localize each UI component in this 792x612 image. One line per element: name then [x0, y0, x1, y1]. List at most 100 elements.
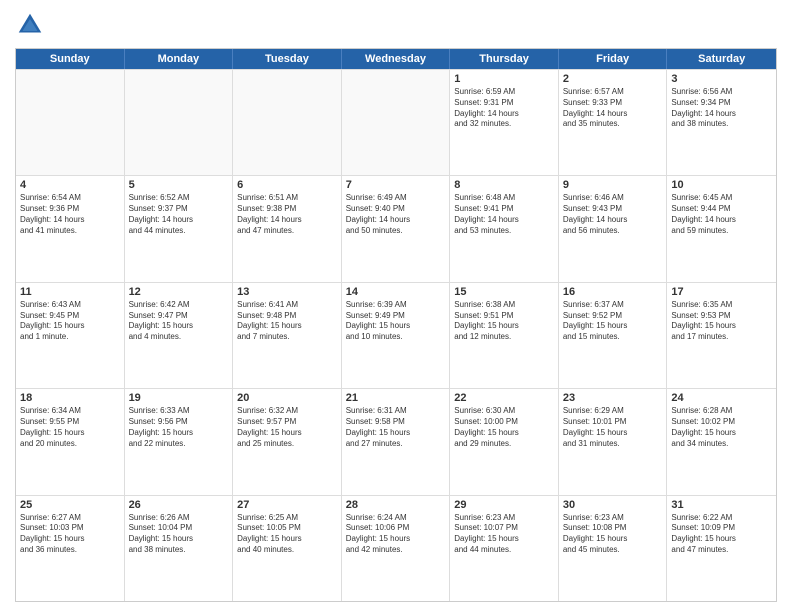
- cell-text: Sunrise: 6:49 AM Sunset: 9:40 PM Dayligh…: [346, 193, 446, 236]
- calendar-cell: 1Sunrise: 6:59 AM Sunset: 9:31 PM Daylig…: [450, 70, 559, 175]
- header-day-sunday: Sunday: [16, 49, 125, 69]
- calendar-cell: [233, 70, 342, 175]
- calendar-cell: 21 Sunrise: 6:31 AM Sunset: 9:58 PM Dayli…: [342, 389, 451, 494]
- logo-icon: [15, 10, 45, 40]
- calendar-cell: 6Sunrise: 6:51 AM Sunset: 9:38 PM Daylig…: [233, 176, 342, 281]
- calendar-cell: 16 Sunrise: 6:37 AM Sunset: 9:52 PM Dayli…: [559, 283, 668, 388]
- calendar-cell: 13Sunrise: 6:41 AM Sunset: 9:48 PM Dayli…: [233, 283, 342, 388]
- header-day-thursday: Thursday: [450, 49, 559, 69]
- calendar-cell: 22 Sunrise: 6:30 AM Sunset: 10:00 PM Dayl…: [450, 389, 559, 494]
- calendar-cell: 29Sunrise: 6:23 AM Sunset: 10:07 PM Dayl…: [450, 496, 559, 601]
- day-number: 8: [454, 179, 554, 191]
- calendar-row-0: 1Sunrise: 6:59 AM Sunset: 9:31 PM Daylig…: [16, 69, 776, 175]
- cell-text: Sunrise: 6:37 AM Sunset: 9:52 PM Dayligh…: [563, 300, 663, 343]
- header-day-friday: Friday: [559, 49, 668, 69]
- day-number: 11: [20, 286, 120, 298]
- calendar-cell: [125, 70, 234, 175]
- cell-text: Sunrise: 6:38 AM Sunset: 9:51 PM Dayligh…: [454, 300, 554, 343]
- cell-text: Sunrise: 6:52 AM Sunset: 9:37 PM Dayligh…: [129, 193, 229, 236]
- cell-text: Sunrise: 6:31 AM Sunset: 9:58 PM Dayligh…: [346, 406, 446, 449]
- calendar-cell: 28 Sunrise: 6:24 AM Sunset: 10:06 PM Dayl…: [342, 496, 451, 601]
- header-day-tuesday: Tuesday: [233, 49, 342, 69]
- calendar-cell: 24Sunrise: 6:28 AM Sunset: 10:02 PM Dayl…: [667, 389, 776, 494]
- calendar-row-2: 11Sunrise: 6:43 AM Sunset: 9:45 PM Dayli…: [16, 282, 776, 388]
- cell-text: Sunrise: 6:34 AM Sunset: 9:55 PM Dayligh…: [20, 406, 120, 449]
- day-number: 10: [671, 179, 772, 191]
- day-number: 27: [237, 499, 337, 511]
- day-number: 4: [20, 179, 120, 191]
- day-number: 15: [454, 286, 554, 298]
- calendar-cell: 14 Sunrise: 6:39 AM Sunset: 9:49 PM Dayli…: [342, 283, 451, 388]
- cell-text: Sunrise: 6:48 AM Sunset: 9:41 PM Dayligh…: [454, 193, 554, 236]
- calendar-cell: 11Sunrise: 6:43 AM Sunset: 9:45 PM Dayli…: [16, 283, 125, 388]
- calendar-cell: 12 Sunrise: 6:42 AM Sunset: 9:47 PM Dayli…: [125, 283, 234, 388]
- cell-text: Sunrise: 6:45 AM Sunset: 9:44 PM Dayligh…: [671, 193, 772, 236]
- day-number: 13: [237, 286, 337, 298]
- calendar-cell: 8 Sunrise: 6:48 AM Sunset: 9:41 PM Daylig…: [450, 176, 559, 281]
- day-number: 3: [671, 73, 772, 85]
- cell-text: Sunrise: 6:26 AM Sunset: 10:04 PM Daylig…: [129, 513, 229, 556]
- calendar-cell: 23 Sunrise: 6:29 AM Sunset: 10:01 PM Dayl…: [559, 389, 668, 494]
- day-number: 7: [346, 179, 446, 191]
- day-number: 17: [671, 286, 772, 298]
- cell-text: Sunrise: 6:29 AM Sunset: 10:01 PM Daylig…: [563, 406, 663, 449]
- day-number: 9: [563, 179, 663, 191]
- day-number: 28: [346, 499, 446, 511]
- day-number: 16: [563, 286, 663, 298]
- day-number: 22: [454, 392, 554, 404]
- calendar-cell: 10 Sunrise: 6:45 AM Sunset: 9:44 PM Dayli…: [667, 176, 776, 281]
- day-number: 26: [129, 499, 229, 511]
- day-number: 21: [346, 392, 446, 404]
- day-number: 2: [563, 73, 663, 85]
- cell-text: Sunrise: 6:30 AM Sunset: 10:00 PM Daylig…: [454, 406, 554, 449]
- calendar: SundayMondayTuesdayWednesdayThursdayFrid…: [15, 48, 777, 602]
- calendar-cell: 18 Sunrise: 6:34 AM Sunset: 9:55 PM Dayli…: [16, 389, 125, 494]
- day-number: 29: [454, 499, 554, 511]
- day-number: 30: [563, 499, 663, 511]
- calendar-cell: 25Sunrise: 6:27 AM Sunset: 10:03 PM Dayl…: [16, 496, 125, 601]
- cell-text: Sunrise: 6:33 AM Sunset: 9:56 PM Dayligh…: [129, 406, 229, 449]
- calendar-cell: 31 Sunrise: 6:22 AM Sunset: 10:09 PM Dayl…: [667, 496, 776, 601]
- cell-text: Sunrise: 6:42 AM Sunset: 9:47 PM Dayligh…: [129, 300, 229, 343]
- cell-text: Sunrise: 6:56 AM Sunset: 9:34 PM Dayligh…: [671, 87, 772, 130]
- logo: [15, 10, 49, 40]
- calendar-cell: 4 Sunrise: 6:54 AM Sunset: 9:36 PM Daylig…: [16, 176, 125, 281]
- day-number: 14: [346, 286, 446, 298]
- calendar-cell: 17 Sunrise: 6:35 AM Sunset: 9:53 PM Dayli…: [667, 283, 776, 388]
- calendar-cell: 15 Sunrise: 6:38 AM Sunset: 9:51 PM Dayli…: [450, 283, 559, 388]
- cell-text: Sunrise: 6:35 AM Sunset: 9:53 PM Dayligh…: [671, 300, 772, 343]
- calendar-cell: 26 Sunrise: 6:26 AM Sunset: 10:04 PM Dayl…: [125, 496, 234, 601]
- header-day-saturday: Saturday: [667, 49, 776, 69]
- cell-text: Sunrise: 6:46 AM Sunset: 9:43 PM Dayligh…: [563, 193, 663, 236]
- calendar-cell: 3 Sunrise: 6:56 AM Sunset: 9:34 PM Daylig…: [667, 70, 776, 175]
- cell-text: Sunrise: 6:57 AM Sunset: 9:33 PM Dayligh…: [563, 87, 663, 130]
- calendar-header: SundayMondayTuesdayWednesdayThursdayFrid…: [16, 49, 776, 69]
- cell-text: Sunrise: 6:27 AM Sunset: 10:03 PM Daylig…: [20, 513, 120, 556]
- calendar-row-4: 25Sunrise: 6:27 AM Sunset: 10:03 PM Dayl…: [16, 495, 776, 601]
- calendar-body: 1Sunrise: 6:59 AM Sunset: 9:31 PM Daylig…: [16, 69, 776, 601]
- calendar-cell: 5 Sunrise: 6:52 AM Sunset: 9:37 PM Daylig…: [125, 176, 234, 281]
- cell-text: Sunrise: 6:51 AM Sunset: 9:38 PM Dayligh…: [237, 193, 337, 236]
- calendar-cell: [16, 70, 125, 175]
- calendar-cell: 2 Sunrise: 6:57 AM Sunset: 9:33 PM Daylig…: [559, 70, 668, 175]
- cell-text: Sunrise: 6:59 AM Sunset: 9:31 PM Dayligh…: [454, 87, 554, 130]
- calendar-cell: 20Sunrise: 6:32 AM Sunset: 9:57 PM Dayli…: [233, 389, 342, 494]
- calendar-row-1: 4 Sunrise: 6:54 AM Sunset: 9:36 PM Daylig…: [16, 175, 776, 281]
- day-number: 20: [237, 392, 337, 404]
- day-number: 12: [129, 286, 229, 298]
- cell-text: Sunrise: 6:28 AM Sunset: 10:02 PM Daylig…: [671, 406, 772, 449]
- calendar-cell: [342, 70, 451, 175]
- header: [15, 10, 777, 40]
- cell-text: Sunrise: 6:54 AM Sunset: 9:36 PM Dayligh…: [20, 193, 120, 236]
- day-number: 23: [563, 392, 663, 404]
- day-number: 18: [20, 392, 120, 404]
- calendar-cell: 9 Sunrise: 6:46 AM Sunset: 9:43 PM Daylig…: [559, 176, 668, 281]
- cell-text: Sunrise: 6:39 AM Sunset: 9:49 PM Dayligh…: [346, 300, 446, 343]
- calendar-cell: 30Sunrise: 6:23 AM Sunset: 10:08 PM Dayl…: [559, 496, 668, 601]
- cell-text: Sunrise: 6:22 AM Sunset: 10:09 PM Daylig…: [671, 513, 772, 556]
- header-day-monday: Monday: [125, 49, 234, 69]
- cell-text: Sunrise: 6:24 AM Sunset: 10:06 PM Daylig…: [346, 513, 446, 556]
- day-number: 31: [671, 499, 772, 511]
- day-number: 5: [129, 179, 229, 191]
- day-number: 19: [129, 392, 229, 404]
